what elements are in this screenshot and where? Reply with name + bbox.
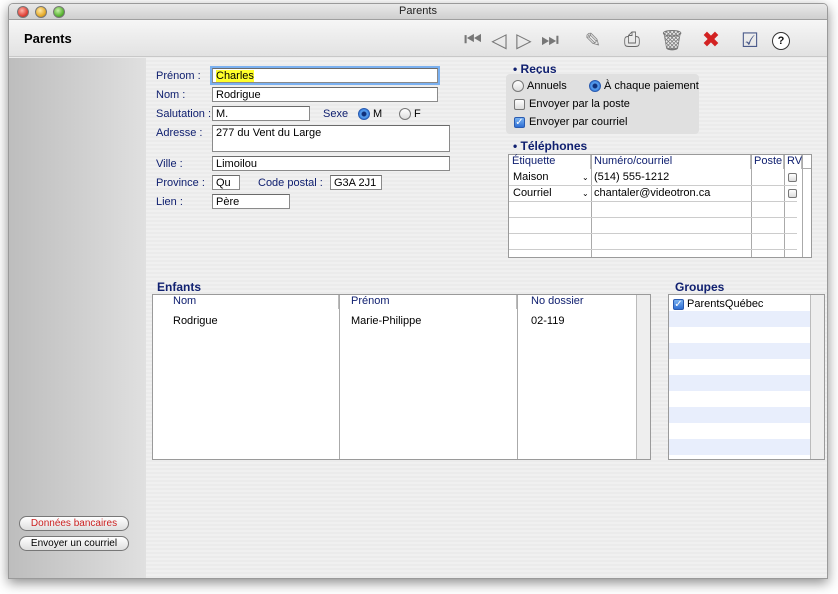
export-icon[interactable]: ✎ (581, 28, 605, 52)
lien-field[interactable]: Père (212, 194, 290, 209)
window-title: Parents (399, 5, 437, 17)
adresse-label: Adresse : (156, 127, 203, 139)
enfants-title: Enfants (157, 280, 202, 294)
groupes-title: Groupes (675, 280, 725, 294)
recus-box: Annuels À chaque paiement Envoyer par la… (506, 74, 699, 134)
last-record-icon[interactable]: ⏭ (538, 28, 562, 52)
help-icon[interactable]: ? (772, 32, 790, 50)
phone-row-1-number[interactable]: (514) 555-1212 (594, 171, 669, 183)
groupe-item-1-label[interactable]: ParentsQuébec (687, 298, 763, 310)
col-etiquette[interactable]: Étiquette (509, 155, 591, 169)
enfant-row-1-nom[interactable]: Rodrigue (173, 315, 218, 327)
enfant-row-1-dossier[interactable]: 02-119 (531, 315, 564, 327)
adresse-field[interactable]: 277 du Vent du Large (212, 125, 450, 152)
header-bar: Parents ⏮ ◁ ▷ ⏭ ✎ ⎙ 🗑 ✖ ☑ ? (9, 20, 827, 57)
postal-field[interactable]: G3A 2J1 (330, 175, 382, 190)
annuels-label: Annuels (527, 80, 567, 92)
next-record-icon[interactable]: ▷ (512, 28, 536, 52)
courriel-label: Envoyer par courriel (529, 116, 628, 128)
lien-label: Lien : (156, 196, 183, 208)
col-poste[interactable]: Poste (751, 155, 784, 169)
enfant-row-1-prenom[interactable]: Marie-Philippe (351, 315, 421, 327)
col-numero[interactable]: Numéro/courriel (591, 155, 751, 169)
title-bar: Parents (9, 4, 827, 20)
enfants-scrollbar[interactable] (636, 295, 650, 459)
edit-icon[interactable]: ☑ (738, 28, 762, 52)
chaque-paiement-label: À chaque paiement (604, 80, 699, 92)
send-email-button[interactable]: Envoyer un courriel (19, 536, 129, 551)
nom-field[interactable]: Rodrigue (212, 87, 438, 102)
sexe-f-radio[interactable] (399, 108, 411, 120)
chaque-paiement-radio[interactable] (589, 80, 601, 92)
ville-label: Ville : (156, 158, 183, 170)
sexe-label: Sexe (323, 108, 349, 120)
app-window: Parents Parents ⏮ ◁ ▷ ⏭ ✎ ⎙ 🗑 ✖ ☑ ? Donn… (8, 3, 828, 579)
prenom-label: Prénom : (156, 70, 201, 82)
sexe-m-radio[interactable] (358, 108, 370, 120)
ville-field[interactable]: Limoilou (212, 156, 450, 171)
previous-record-icon[interactable]: ◁ (487, 28, 511, 52)
print-icon[interactable]: ⎙ (620, 28, 644, 52)
phone-row-2-label[interactable]: Courriel (513, 187, 552, 199)
telephones-title: • Téléphones (513, 139, 588, 153)
postal-label: Code postal : (258, 177, 323, 189)
delete-icon[interactable]: ✖ (699, 27, 723, 52)
col-prenom[interactable]: Prénom (339, 295, 517, 309)
chevron-down-icon[interactable]: ⌄ (582, 189, 589, 198)
groupe-item-1-checkbox[interactable]: ✓ (673, 299, 684, 310)
enfants-table: Nom Prénom No dossier Rodrigue Marie-Phi… (152, 294, 651, 460)
main-content: Prénom : Charles Nom : Rodrigue Salutati… (146, 58, 827, 578)
groupes-scrollbar[interactable] (810, 295, 824, 459)
courriel-checkbox[interactable]: ✓ (514, 117, 525, 128)
province-field[interactable]: Qu (212, 175, 240, 190)
province-label: Province : (156, 177, 205, 189)
prenom-value: Charles (216, 70, 254, 82)
phone-row-1-label[interactable]: Maison (513, 171, 548, 183)
phone-row-2-rv-checkbox[interactable] (788, 189, 797, 198)
phone-row-1-rv-checkbox[interactable] (788, 173, 797, 182)
bank-data-button[interactable]: Données bancaires (19, 516, 129, 531)
phone-row-2-number[interactable]: chantaler@videotron.ca (594, 187, 710, 199)
first-record-icon[interactable]: ⏮ (461, 28, 485, 52)
prenom-field[interactable]: Charles (210, 66, 440, 85)
poste-label: Envoyer par la poste (529, 98, 630, 110)
chevron-down-icon[interactable]: ⌄ (582, 173, 589, 182)
nom-label: Nom : (156, 89, 186, 101)
sexe-m-label: M (373, 108, 383, 120)
col-nom[interactable]: Nom (153, 295, 339, 309)
groupes-list: ✓ ParentsQuébec (668, 294, 825, 460)
poste-checkbox[interactable] (514, 99, 525, 110)
page-title: Parents (24, 31, 72, 46)
salutation-field[interactable]: M. (212, 106, 310, 121)
col-rv[interactable]: RV (784, 155, 802, 169)
salutation-label: Salutation : (156, 108, 212, 120)
annuels-radio[interactable] (512, 80, 524, 92)
col-dossier[interactable]: No dossier (517, 295, 637, 309)
trash-icon[interactable]: 🗑 (659, 28, 684, 52)
telephones-table: Étiquette Numéro/courriel Poste RV Maiso… (508, 154, 812, 258)
sexe-f-label: F (414, 108, 421, 120)
sidebar: Données bancaires Envoyer un courriel (9, 58, 146, 578)
